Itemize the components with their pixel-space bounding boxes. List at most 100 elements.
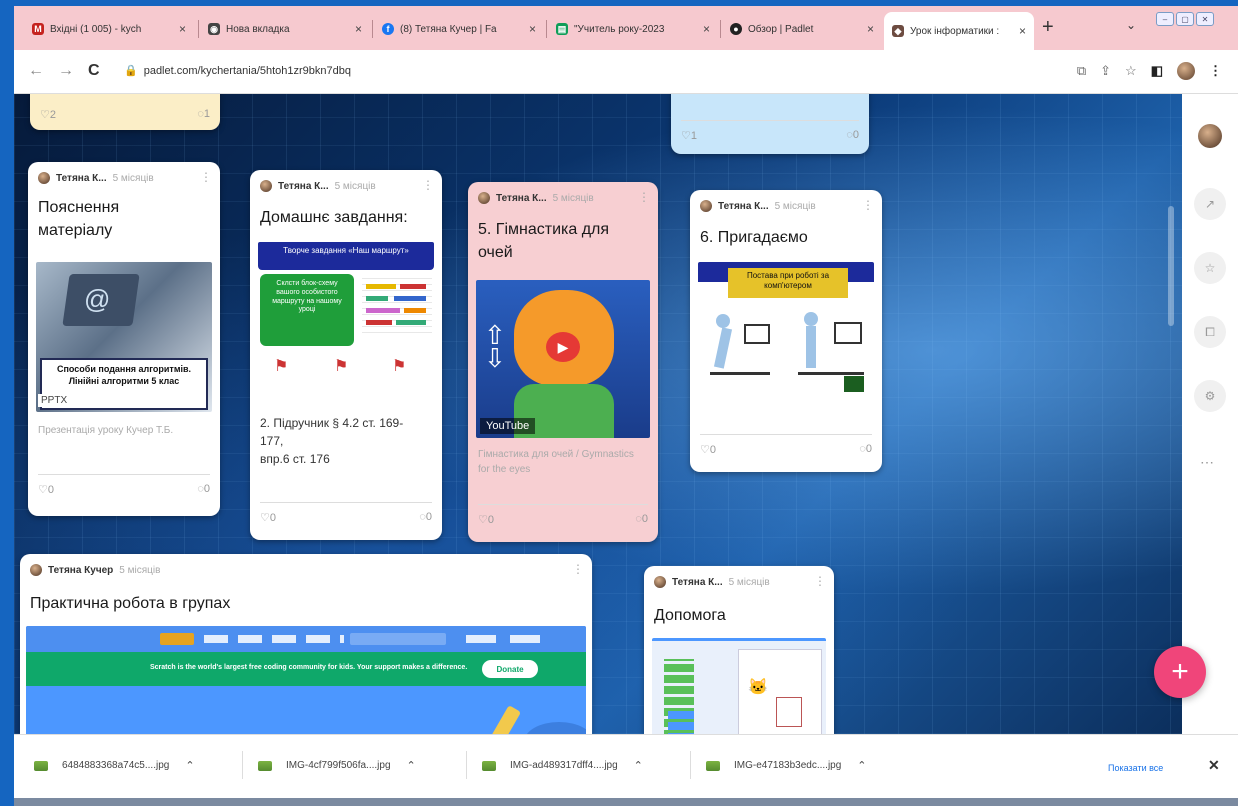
image-file-icon (706, 760, 720, 771)
star-icon[interactable]: ☆ (1194, 252, 1226, 284)
share-icon[interactable]: ↗ (1194, 188, 1226, 220)
donate-button[interactable]: Donate (482, 660, 538, 678)
sidebar-icon[interactable]: ◧ (1151, 63, 1163, 79)
like-icon[interactable]: ♡0 (260, 511, 276, 524)
padlet-side-rail: ↗ ☆ ⧠ ⚙ ⋯ (1182, 94, 1238, 734)
comment-icon[interactable]: ◌0 (859, 443, 872, 456)
comment-icon[interactable]: ◌0 (419, 511, 432, 524)
chevron-up-icon[interactable]: ⌃ (634, 759, 643, 772)
post-card-homework[interactable]: Тетяна К... 5 місяців ⋮ Домашнє завдання… (250, 170, 442, 540)
presentation-thumbnail[interactable]: @ Способи подання алгоритмів. Лінійні ал… (36, 262, 212, 412)
post-author: Тетяна Кучер 5 місяців (30, 564, 160, 576)
downloads-bar: 6484883368a74c5....jpg ⌃ IMG-4cf799f506f… (14, 734, 1238, 806)
post-card-group-work[interactable]: Тетяна Кучер 5 місяців ⋮ Практична робот… (20, 554, 592, 734)
close-icon[interactable]: × (867, 22, 874, 36)
like-icon[interactable]: ♡1 (681, 129, 697, 142)
scrollbar[interactable] (1168, 206, 1174, 326)
sheets-icon: ▤ (556, 23, 568, 35)
tab-padlet-overview[interactable]: ● Обзор | Padlet × (722, 14, 882, 44)
tab-gmail[interactable]: M Вхідні (1 005) - kych × (24, 14, 194, 44)
post-title: очей (478, 244, 513, 262)
download-item[interactable]: IMG-ad489317dff4....jpg ⌃ (482, 759, 643, 772)
translate-icon[interactable]: ⧉ (1077, 63, 1086, 79)
scratch-navbar (26, 626, 586, 652)
address-bar[interactable]: 🔒 padlet.com/kychertania/5htoh1zr9bkn7dbq (124, 64, 351, 77)
chrome-icon: ◉ (208, 23, 220, 35)
bookmark-star-icon[interactable]: ☆ (1125, 63, 1137, 79)
tab-sheets[interactable]: ▤ "Учитель року-2023 × (548, 14, 718, 44)
tab-facebook[interactable]: f (8) Тетяна Кучер | Fa × (374, 14, 544, 44)
comment-icon[interactable]: ◌0 (635, 513, 648, 526)
settings-icon[interactable]: ⚙ (1194, 380, 1226, 412)
comment-icon[interactable]: ◌0 (197, 483, 210, 496)
post-menu-icon[interactable]: ⋮ (200, 170, 212, 184)
post-menu-icon[interactable]: ⋮ (814, 574, 826, 588)
like-icon[interactable]: ♡0 (38, 483, 54, 496)
chevron-up-icon[interactable]: ⌃ (857, 759, 866, 772)
avatar (700, 200, 712, 212)
chevron-up-icon[interactable]: ⌃ (185, 759, 194, 772)
new-tab-icon[interactable]: + (1042, 16, 1054, 39)
back-icon[interactable]: ← (28, 62, 44, 80)
maximize-icon[interactable]: ▢ (1176, 12, 1194, 26)
posture-thumbnail[interactable]: Постава при роботі за комп'ютером (698, 262, 874, 410)
download-item[interactable]: IMG-4cf799f506fa....jpg ⌃ (258, 759, 416, 772)
close-icon[interactable]: × (355, 22, 362, 36)
minimize-icon[interactable]: – (1156, 12, 1174, 26)
thumbnail-task-box: Склсти блок-схему вашого особистого марш… (260, 274, 354, 346)
comment-icon[interactable]: ◌1 (197, 108, 210, 121)
avatar (478, 192, 490, 204)
chevron-up-icon[interactable]: ⌃ (407, 759, 416, 772)
post-card-remember[interactable]: Тетяна К... 5 місяців ⋮ 6. Пригадаємо По… (690, 190, 882, 472)
youtube-video-thumbnail[interactable]: ⇧ ⇩ ▶ YouTube (476, 280, 650, 438)
padlet-icon: ● (730, 23, 742, 35)
window-controls: – ▢ ✕ (1156, 12, 1214, 26)
post-card-partial[interactable]: ♡2 ◌1 (30, 94, 220, 130)
close-icon[interactable]: × (529, 22, 536, 36)
chevron-down-icon[interactable]: ⌄ (1126, 18, 1136, 32)
close-window-icon[interactable]: ✕ (1196, 12, 1214, 26)
menu-kebab-icon[interactable]: ⋮ (1209, 63, 1222, 79)
post-menu-icon[interactable]: ⋮ (422, 178, 434, 192)
facebook-icon: f (382, 23, 394, 35)
share-icon[interactable]: ⇪ (1100, 63, 1111, 79)
forward-icon[interactable]: → (58, 62, 74, 80)
post-menu-icon[interactable]: ⋮ (638, 190, 650, 204)
download-item[interactable]: IMG-e47183b3edc....jpg ⌃ (706, 759, 867, 772)
close-icon[interactable]: × (1019, 24, 1026, 38)
scratch-website-preview[interactable]: Scratch is the world's largest free codi… (26, 626, 586, 734)
download-item[interactable]: 6484883368a74c5....jpg ⌃ (34, 759, 195, 772)
close-icon[interactable]: × (179, 22, 186, 36)
post-menu-icon[interactable]: ⋮ (862, 198, 874, 212)
post-card-explanation[interactable]: Тетяна К... 5 місяців ⋮ Пояснення матері… (28, 162, 220, 516)
profile-avatar[interactable] (1177, 62, 1195, 80)
post-card-help[interactable]: Тетяна К... 5 місяців ⋮ Допомога 🐱 (644, 566, 834, 734)
play-icon[interactable]: ▶ (546, 332, 580, 362)
tab-new[interactable]: ◉ Нова вкладка × (200, 14, 370, 44)
close-icon[interactable]: × (703, 22, 710, 36)
like-icon[interactable]: ♡0 (700, 443, 716, 456)
thumbnail-header: Творче завдання «Наш маршрут» (258, 242, 434, 270)
scratch-editor-thumbnail[interactable]: 🐱 (652, 638, 826, 734)
show-all-downloads-link[interactable]: Показати все (1108, 763, 1163, 773)
post-title: Допомога (654, 607, 726, 624)
up-down-arrows-icon: ⇧ ⇩ (484, 320, 506, 374)
tab-title: Нова вкладка (226, 23, 290, 35)
at-sign-icon: @ (84, 284, 111, 314)
post-card-partial[interactable]: ♡1 ◌0 (671, 94, 869, 154)
post-card-eye-gymnastics[interactable]: Тетяна К... 5 місяців ⋮ 5. Гімнастика дл… (468, 182, 658, 542)
more-icon[interactable]: ⋯ (1200, 454, 1214, 471)
like-icon[interactable]: ♡2 (40, 108, 56, 121)
post-title: Домашнє завдання: (260, 209, 408, 226)
avatar[interactable] (1198, 124, 1222, 148)
homework-thumbnail[interactable]: Творче завдання «Наш маршрут» Склсти бло… (258, 242, 434, 402)
add-post-button[interactable]: + (1154, 646, 1206, 698)
tab-active-lesson[interactable]: ◆ Урок інформатики : × (884, 12, 1034, 50)
comment-icon[interactable]: ◌0 (846, 129, 859, 142)
reload-icon[interactable]: C (88, 62, 100, 80)
close-icon[interactable]: ✕ (1208, 757, 1220, 774)
post-author: Тетяна К... 5 місяців (700, 200, 816, 212)
like-icon[interactable]: ♡0 (478, 513, 494, 526)
post-menu-icon[interactable]: ⋮ (572, 562, 584, 576)
remake-icon[interactable]: ⧠ (1194, 316, 1226, 348)
